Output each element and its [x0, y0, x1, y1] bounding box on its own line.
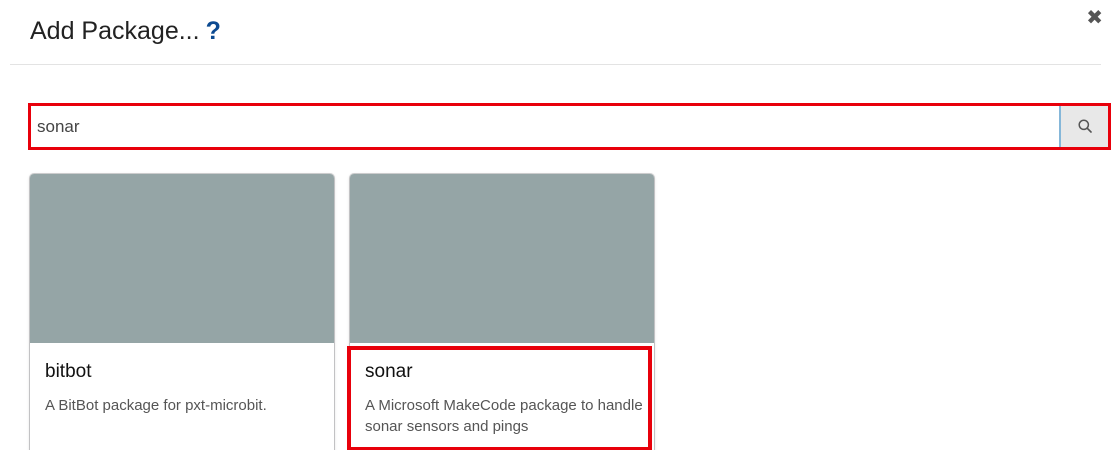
package-card-sonar[interactable]: sonar A Microsoft MakeCode package to ha…: [350, 174, 654, 450]
package-name: sonar: [365, 361, 413, 382]
search-button[interactable]: [1061, 103, 1111, 150]
package-image: [350, 174, 654, 343]
help-link[interactable]: ?: [206, 17, 221, 45]
header-divider: [10, 64, 1101, 65]
package-content: bitbot A BitBot package for pxt-microbit…: [30, 343, 334, 450]
dialog-header: Add Package...? ✖: [0, 0, 1111, 64]
dialog-title-text: Add Package...: [30, 17, 200, 45]
package-image: [30, 174, 334, 343]
search-bar: [28, 103, 1111, 150]
close-icon[interactable]: ✖: [1086, 6, 1103, 30]
search-input[interactable]: [28, 103, 1061, 150]
package-description: A Microsoft MakeCode package to handle s…: [365, 397, 643, 435]
search-icon: [1078, 119, 1092, 133]
package-description: A BitBot package for pxt-microbit.: [45, 397, 267, 414]
package-name: bitbot: [45, 361, 92, 382]
package-content: sonar A Microsoft MakeCode package to ha…: [350, 343, 654, 450]
add-package-dialog: Add Package...? ✖ bitbot A BitBot packag…: [0, 0, 1111, 450]
package-card-bitbot[interactable]: bitbot A BitBot package for pxt-microbit…: [30, 174, 334, 450]
dialog-title: Add Package...?: [30, 14, 221, 48]
